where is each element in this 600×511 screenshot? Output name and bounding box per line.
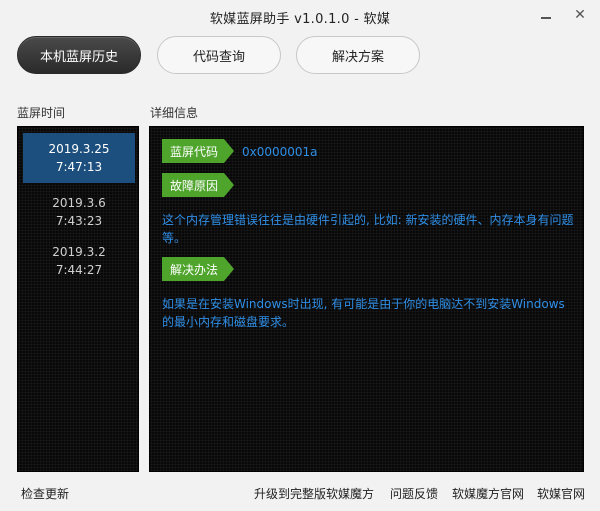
title-bar: 软媒蓝屏助手 v1.0.1.0 - 软媒 ✕ (0, 0, 600, 30)
history-header: 蓝屏时间 (17, 106, 66, 120)
solution-tag: 解决办法 (162, 257, 234, 281)
tab-solutions[interactable]: 解决方案 (296, 36, 420, 74)
feedback-link[interactable]: 问题反馈 (390, 485, 438, 502)
bsod-code-value: 0x0000001a (242, 145, 318, 159)
minimize-button[interactable] (534, 4, 558, 26)
window-title: 软媒蓝屏助手 v1.0.1.0 - 软媒 (209, 12, 391, 27)
history-date: 2019.3.25 (48, 142, 110, 156)
history-time: 7:44:27 (55, 263, 103, 277)
tab-local-history[interactable]: 本机蓝屏历史 (17, 36, 141, 74)
minimize-icon (541, 17, 551, 19)
mofang-site-link[interactable]: 软媒魔方官网 (452, 485, 524, 502)
history-time: 7:47:13 (55, 160, 103, 174)
detail-header: 详细信息 (150, 106, 199, 120)
close-icon: ✕ (574, 7, 586, 23)
tab-bar: 本机蓝屏历史 代码查询 解决方案 (0, 36, 600, 76)
tab-code-lookup[interactable]: 代码查询 (157, 36, 281, 74)
upgrade-link[interactable]: 升级到完整版软媒魔方 (254, 485, 374, 502)
bsod-code-tag: 蓝屏代码 (162, 139, 234, 163)
history-date: 2019.3.2 (52, 245, 106, 259)
check-update-link[interactable]: 检查更新 (21, 485, 69, 502)
official-site-link[interactable]: 软媒官网 (537, 485, 585, 502)
detail-panel: 蓝屏代码 0x0000001a 故障原因 这个内存管理错误往往是由硬件引起的, … (149, 126, 584, 472)
app-window: 软媒蓝屏助手 v1.0.1.0 - 软媒 ✕ 本机蓝屏历史 代码查询 解决方案 … (0, 0, 600, 511)
history-item[interactable]: 2019.3.25 7:47:13 (23, 133, 135, 183)
solution-text: 如果是在安装Windows时出现, 有可能是由于你的电脑达不到安装Windows… (162, 297, 565, 329)
history-list: 2019.3.25 7:47:13 2019.3.6 7:43:23 2019.… (17, 126, 139, 472)
history-item[interactable]: 2019.3.6 7:43:23 (23, 187, 135, 237)
close-button[interactable]: ✕ (568, 4, 592, 26)
cause-tag: 故障原因 (162, 173, 234, 197)
history-date: 2019.3.6 (52, 196, 106, 210)
cause-text: 这个内存管理错误往往是由硬件引起的, 比如: 新安装的硬件、内存本身有问题等。 (162, 213, 574, 245)
history-item[interactable]: 2019.3.2 7:44:27 (23, 236, 135, 286)
history-time: 7:43:23 (55, 214, 103, 228)
